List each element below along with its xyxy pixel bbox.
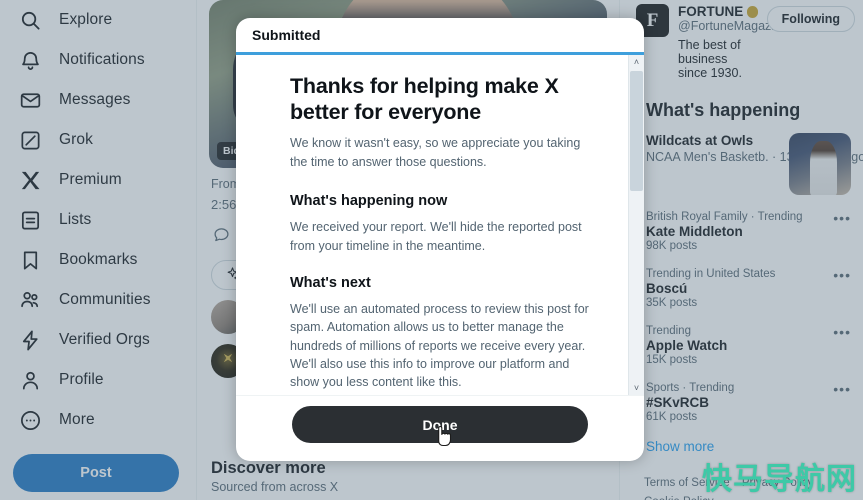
- dialog-body: Thanks for helping make X better for eve…: [236, 55, 628, 395]
- section-whats-next-title: What's next: [290, 274, 371, 291]
- section-happening-now-title: What's happening now: [290, 193, 448, 210]
- app-root: Explore Notifications Messages Grok Prem…: [0, 0, 863, 500]
- dialog-title: Submitted: [252, 27, 321, 43]
- section-whats-next-body: We'll use an automated process to review…: [290, 301, 589, 390]
- scroll-thumb[interactable]: [630, 71, 643, 191]
- dialog-heading: Thanks for helping make X better for eve…: [290, 74, 559, 125]
- submitted-dialog: Submitted Thanks for helping make X bett…: [236, 18, 644, 461]
- dialog-footer: Done: [236, 395, 644, 461]
- scroll-up-arrow[interactable]: ˄: [629, 55, 644, 69]
- done-button[interactable]: Done: [292, 406, 588, 443]
- dialog-header: Submitted: [236, 18, 644, 52]
- site-watermark: 快马导航网: [702, 462, 857, 497]
- dialog-scrollbar[interactable]: ˄ ˅: [628, 55, 644, 395]
- dialog-body-wrap: Thanks for helping make X better for eve…: [236, 55, 644, 395]
- section-happening-now-body: We received your report. We'll hide the …: [290, 220, 582, 253]
- dialog-intro-text: We know it wasn't easy, so we appreciate…: [290, 136, 581, 169]
- scroll-down-arrow[interactable]: ˅: [629, 381, 644, 395]
